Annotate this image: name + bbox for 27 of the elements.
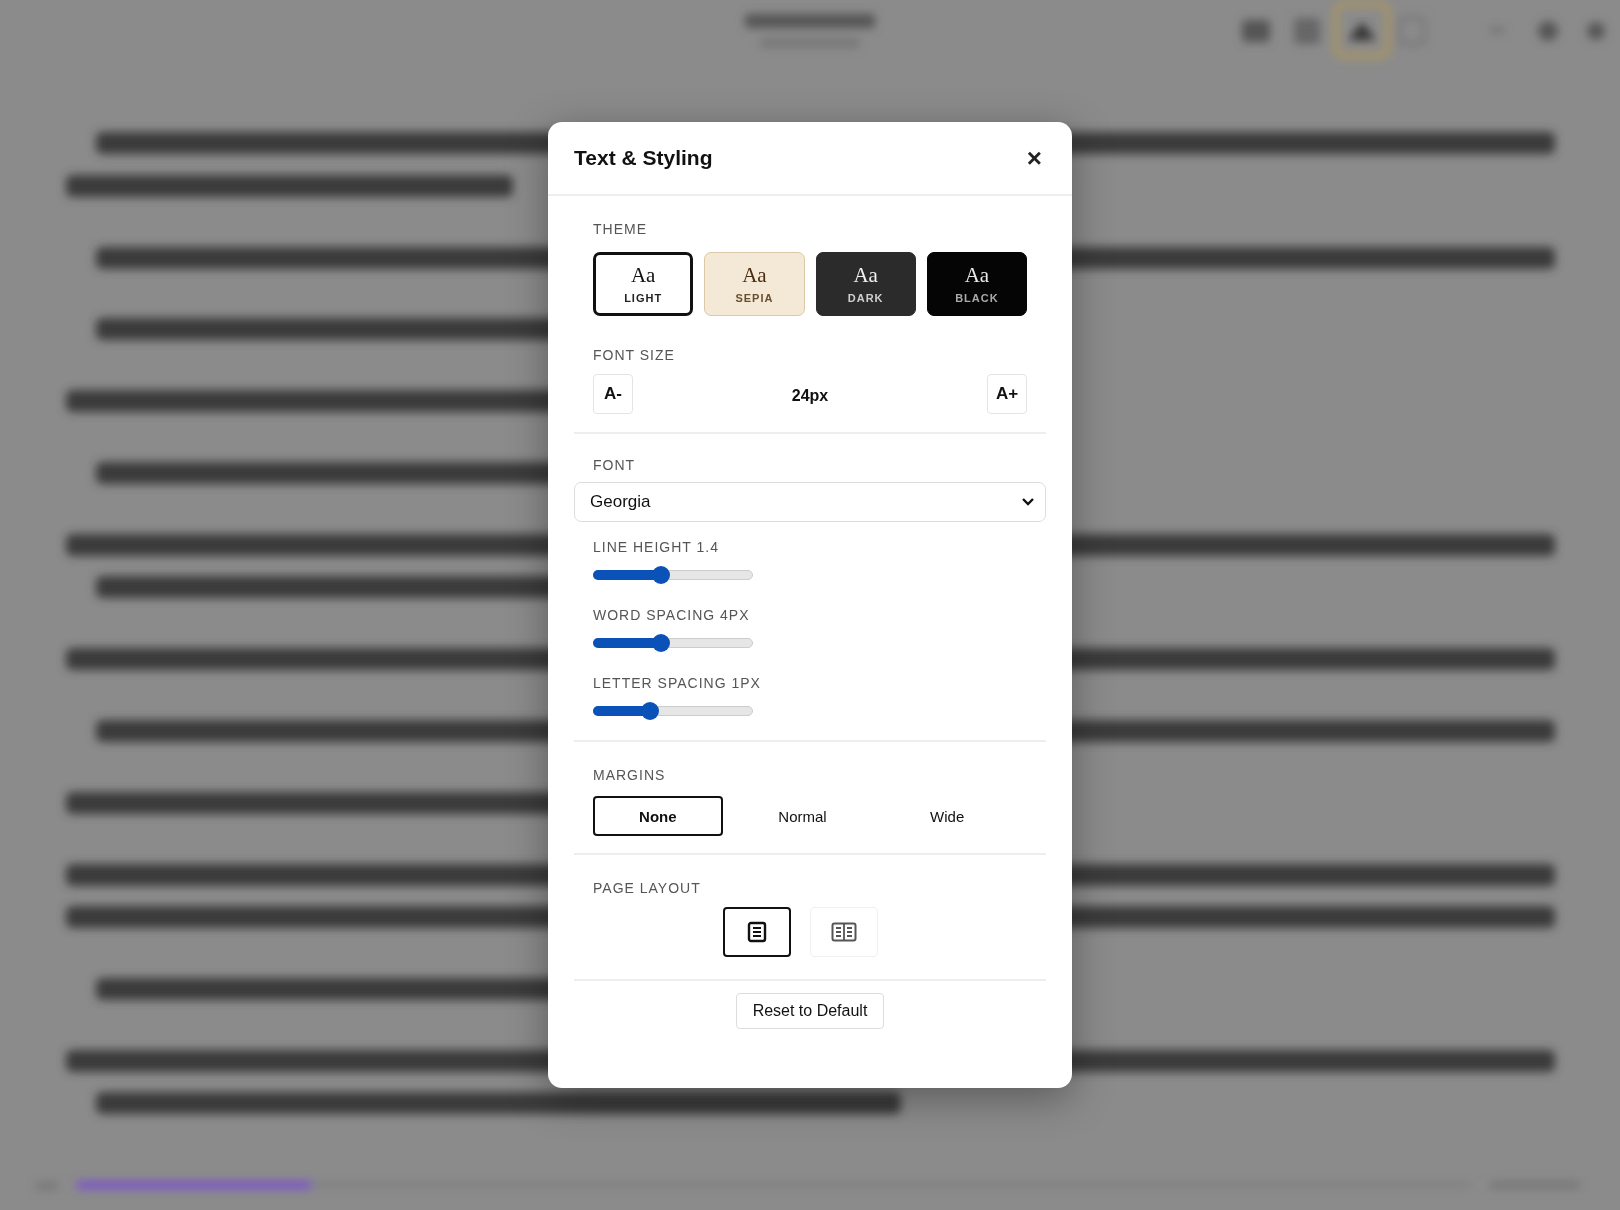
increase-font-button[interactable]: A+ (987, 374, 1027, 414)
slider-thumb[interactable] (641, 702, 659, 720)
section-label: MARGINS (593, 767, 666, 783)
slider-label: WORD SPACING 4PX (593, 607, 750, 623)
slider-label: LETTER SPACING 1PX (593, 675, 761, 691)
decrease-font-button[interactable]: A- (593, 374, 633, 414)
section-label: FONT (593, 457, 636, 473)
section-label: THEME (593, 221, 647, 237)
theme-option[interactable]: Aa DARK (815, 252, 916, 316)
theme-option[interactable]: Aa BLACK (926, 252, 1027, 316)
margin-option[interactable]: None (593, 796, 723, 836)
theme-option[interactable]: Aa LIGHT (593, 252, 694, 316)
dialog-title: Text & Styling (574, 146, 713, 170)
font-size-value: 24px (791, 387, 829, 405)
slider-thumb[interactable] (652, 634, 671, 652)
slider-label: LINE HEIGHT 1.4 (593, 539, 719, 555)
single-page-icon (747, 921, 767, 943)
section-label: PAGE LAYOUT (593, 880, 701, 896)
two-page-icon (831, 922, 857, 942)
slider-thumb[interactable] (652, 566, 671, 584)
reset-button[interactable]: Reset to Default (735, 993, 885, 1029)
section-label: FONT SIZE (593, 347, 675, 363)
layout-option[interactable] (723, 907, 791, 957)
close-button[interactable]: × (1022, 145, 1046, 171)
theme-option[interactable]: Aa SEPIA (704, 252, 805, 316)
chevron-down-icon (1021, 497, 1035, 507)
font-dropdown[interactable]: Georgia (574, 482, 1046, 522)
